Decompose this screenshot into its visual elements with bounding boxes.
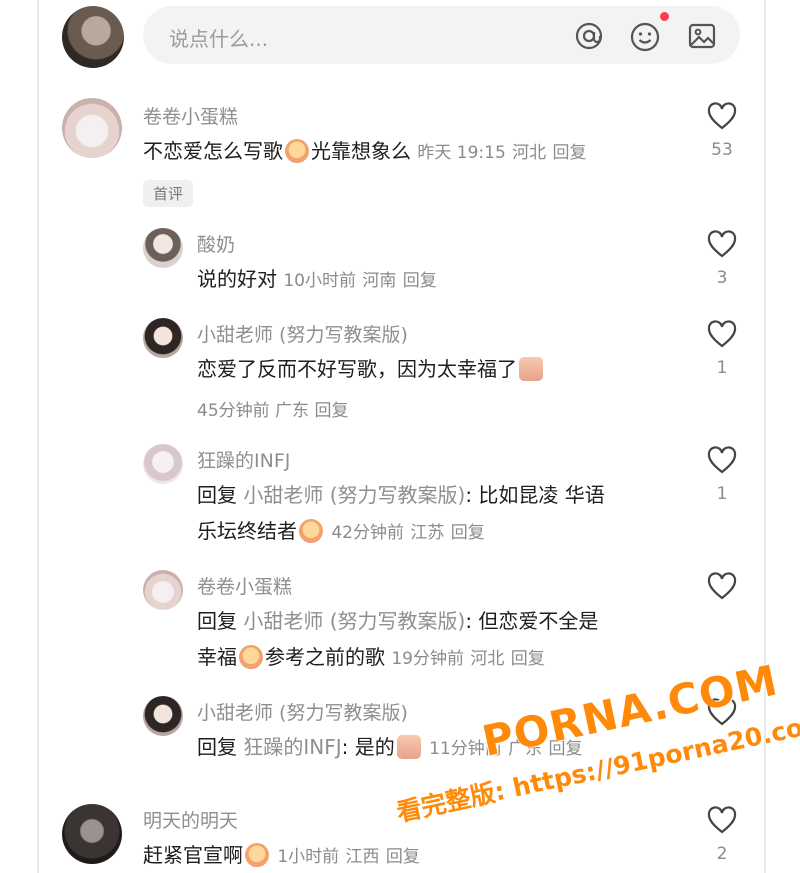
like-button[interactable]: 1 <box>700 446 744 504</box>
comment-time: 45分钟前 <box>197 401 270 421</box>
reply-prefix: 回复 <box>197 735 237 759</box>
comment-input-placeholder[interactable]: 说点什么... <box>169 23 268 52</box>
avatar[interactable] <box>143 444 183 484</box>
comment-text-part: : 是的 <box>341 735 395 759</box>
reply-link[interactable]: 回复 <box>552 143 586 163</box>
comment-text-part: 乐坛终结者 <box>197 519 297 543</box>
comment-text: 不恋爱怎么写歌 光靠想象么 昨天 19:15 河北 回复 <box>143 136 586 168</box>
like-button[interactable]: 2 <box>700 806 744 864</box>
like-count: 1 <box>716 484 728 504</box>
avatar[interactable] <box>143 696 183 736</box>
reply-link[interactable]: 回复 <box>386 847 420 867</box>
comment-location: 河北 <box>470 649 505 669</box>
like-count: 3 <box>716 268 728 288</box>
comment-text: 回复 小甜老师 (努力写教案版): 比如昆凌 华语 <box>197 480 605 510</box>
comment-author[interactable]: 明天的明天 <box>143 806 238 833</box>
comment-time: 10小时前 <box>283 271 356 291</box>
image-icon[interactable] <box>686 20 718 52</box>
frame-border-left <box>37 0 39 873</box>
comment-author[interactable]: 卷卷小蛋糕 <box>143 102 238 129</box>
like-count: 53 <box>711 140 733 160</box>
comment-location: 河南 <box>362 271 397 291</box>
heart-icon[interactable] <box>707 320 737 348</box>
avatar[interactable] <box>143 318 183 358</box>
comment-meta: 45分钟前 广东 回复 <box>197 396 348 421</box>
reply-target[interactable]: 小甜老师 (努力写教案版) <box>243 483 465 507</box>
laughing-emoji-icon <box>299 519 323 543</box>
comment-text-part: 说的好对 <box>197 267 277 291</box>
comment-time: 19分钟前 <box>391 649 464 669</box>
comment-author[interactable]: 小甜老师 (努力写教案版) <box>197 698 408 725</box>
comment-time: 42分钟前 <box>331 523 404 543</box>
avatar[interactable] <box>143 228 183 268</box>
mention-icon[interactable] <box>573 20 605 52</box>
heart-icon[interactable] <box>707 572 737 600</box>
comment-time: 昨天 19:15 <box>417 143 506 163</box>
comment-text-line2: 幸福 参考之前的歌 19分钟前 河北 回复 <box>197 642 545 674</box>
smiling-emoji-icon <box>239 645 263 669</box>
comment-location: 广东 <box>275 401 310 421</box>
reply-link[interactable]: 回复 <box>511 649 545 669</box>
comment-author[interactable]: 卷卷小蛋糕 <box>197 572 292 599</box>
reply-link[interactable]: 回复 <box>403 271 437 291</box>
reply-prefix: 回复 <box>197 609 237 633</box>
blushing-emoji-icon <box>519 357 543 381</box>
comment-location: 江西 <box>345 847 380 867</box>
heart-icon[interactable] <box>707 446 737 474</box>
comment-text-part: 恋爱了反而不好写歌，因为太幸福了 <box>197 357 517 381</box>
comment-author[interactable]: 狂躁的INFJ <box>197 446 290 473</box>
heart-icon[interactable] <box>707 102 737 130</box>
like-button[interactable] <box>700 572 744 604</box>
comment-author[interactable]: 小甜老师 (努力写教案版) <box>197 320 408 347</box>
blushing-emoji-icon <box>396 735 421 759</box>
comment-location: 河北 <box>512 143 547 163</box>
crying-emoji-icon <box>245 843 269 867</box>
like-count: 2 <box>716 844 728 864</box>
comment-text: 说的好对 10小时前 河南 回复 <box>197 264 437 296</box>
comment-input[interactable]: 说点什么... <box>143 6 740 64</box>
comment-text: 恋爱了反而不好写歌，因为太幸福了 <box>197 354 545 384</box>
reply-link[interactable]: 回复 <box>451 523 485 543</box>
comment-location: 江苏 <box>410 523 445 543</box>
current-user-avatar[interactable] <box>62 6 124 68</box>
reply-link[interactable]: 回复 <box>314 401 348 421</box>
emoji-icon[interactable] <box>629 20 661 52</box>
avatar[interactable] <box>143 570 183 610</box>
first-comment-badge: 首评 <box>143 180 194 207</box>
heart-icon[interactable] <box>707 230 737 258</box>
avatar[interactable] <box>62 804 122 864</box>
comment-text-part: 幸福 <box>197 645 237 669</box>
avatar[interactable] <box>62 98 122 158</box>
comment-text-part: 光靠想象么 <box>311 139 411 163</box>
crying-emoji-icon <box>285 139 309 163</box>
comment-text-line2: 乐坛终结者 42分钟前 江苏 回复 <box>197 516 485 548</box>
comment-text-part: 参考之前的歌 <box>265 645 385 669</box>
comment-author[interactable]: 酸奶 <box>197 230 235 257</box>
like-button[interactable]: 1 <box>700 320 744 378</box>
reply-target[interactable]: 狂躁的INFJ <box>243 735 341 759</box>
like-button[interactable]: 53 <box>700 102 744 160</box>
comment-input-bar: 说点什么... <box>0 0 800 74</box>
like-count: 1 <box>716 358 728 378</box>
comment-text-part: 不恋爱怎么写歌 <box>143 139 283 163</box>
like-button[interactable]: 3 <box>700 230 744 288</box>
reply-prefix: 回复 <box>197 483 237 507</box>
heart-icon[interactable] <box>707 806 737 834</box>
comment-text-part: : 比如昆凌 华语 <box>465 483 605 507</box>
reply-target[interactable]: 小甜老师 (努力写教案版) <box>243 609 465 633</box>
notification-dot <box>660 12 669 21</box>
comment-text-part: 赶紧官宣啊 <box>143 843 243 867</box>
comment-text-part: : 但恋爱不全是 <box>465 609 599 633</box>
comment-text: 赶紧官宣啊 1小时前 江西 回复 <box>143 840 420 872</box>
comment-text: 回复 小甜老师 (努力写教案版): 但恋爱不全是 <box>197 606 598 636</box>
comment-time: 1小时前 <box>277 847 340 867</box>
